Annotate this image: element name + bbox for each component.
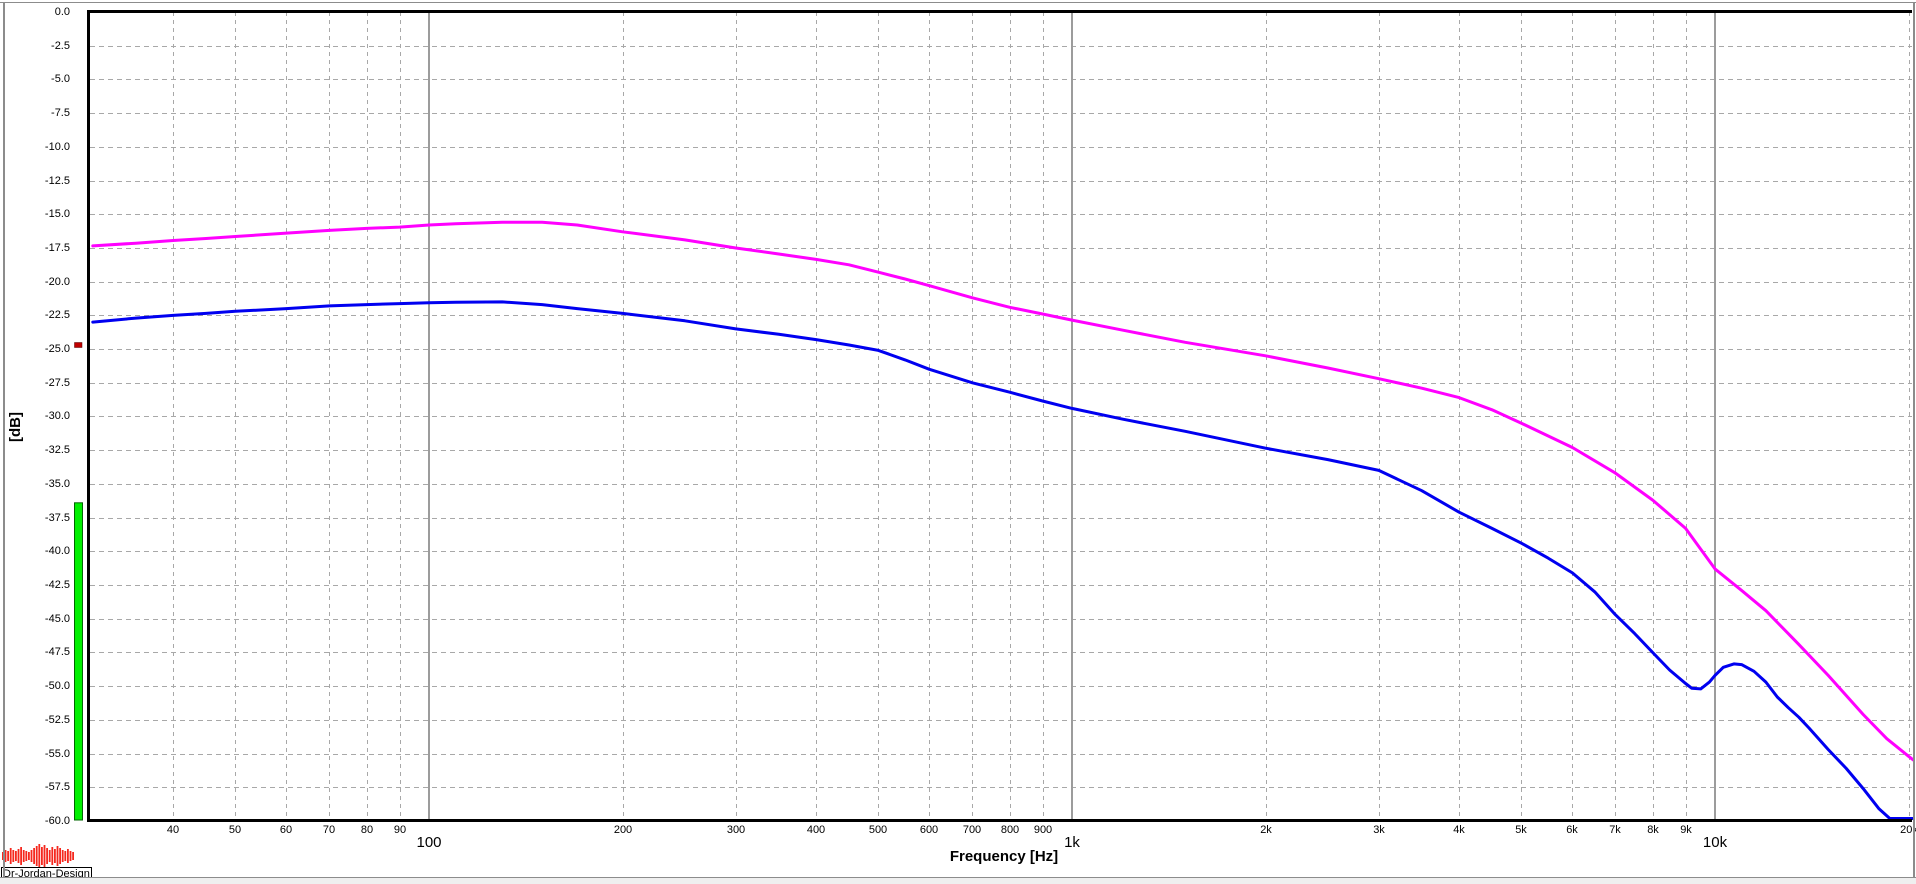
window-border-left bbox=[3, 2, 5, 877]
x-tick-label: 300 bbox=[727, 824, 745, 836]
y-tick-label: -25.0 bbox=[0, 343, 70, 355]
y-tick-label: -47.5 bbox=[0, 646, 70, 658]
x-decade-label: 1k bbox=[1064, 834, 1080, 851]
y-tick-label: -7.5 bbox=[0, 107, 70, 119]
window-border-top bbox=[0, 2, 1916, 3]
x-tick-label: 70 bbox=[323, 824, 335, 836]
y-tick-label: -2.5 bbox=[0, 40, 70, 52]
x-tick-label: 90 bbox=[394, 824, 406, 836]
brand-logo: Dr-Jordan-Design bbox=[0, 840, 90, 882]
x-tick-label: 8k bbox=[1647, 824, 1659, 836]
x-decade-label: 10k bbox=[1703, 834, 1727, 851]
x-tick-label: 200 bbox=[614, 824, 632, 836]
y-tick-label: -5.0 bbox=[0, 73, 70, 85]
x-tick-label: 50 bbox=[229, 824, 241, 836]
x-tick-label: 4k bbox=[1453, 824, 1465, 836]
x-tick-label: 700 bbox=[963, 824, 981, 836]
y-tick-label: -52.5 bbox=[0, 714, 70, 726]
x-decade-label: 100 bbox=[416, 834, 441, 851]
y-tick-label: -40.0 bbox=[0, 545, 70, 557]
y-tick-label: -50.0 bbox=[0, 680, 70, 692]
y-tick-label: -45.0 bbox=[0, 613, 70, 625]
y-tick-label: -55.0 bbox=[0, 748, 70, 760]
x-tick-label: 9k bbox=[1680, 824, 1692, 836]
y-tick-label: -60.0 bbox=[0, 815, 70, 827]
frequency-response-plot bbox=[0, 0, 1916, 884]
x-tick-label: 80 bbox=[361, 824, 373, 836]
window-bottom-strip bbox=[0, 878, 1916, 884]
waveform-logo-icon bbox=[2, 843, 80, 869]
y-tick-label: -27.5 bbox=[0, 377, 70, 389]
y-tick-label: -22.5 bbox=[0, 309, 70, 321]
x-tick-label: 900 bbox=[1034, 824, 1052, 836]
y-tick-label: -12.5 bbox=[0, 175, 70, 187]
x-tick-label: 500 bbox=[869, 824, 887, 836]
y-axis-title: [dB] bbox=[7, 408, 23, 446]
x-tick-label: 7k bbox=[1609, 824, 1621, 836]
level-meter-bar bbox=[75, 503, 83, 820]
x-axis-title: Frequency [Hz] bbox=[950, 848, 1058, 865]
window-border-right bbox=[1913, 2, 1915, 877]
y-tick-label: -42.5 bbox=[0, 579, 70, 591]
y-tick-label: -10.0 bbox=[0, 141, 70, 153]
y-tick-label: -17.5 bbox=[0, 242, 70, 254]
y-tick-label: -37.5 bbox=[0, 512, 70, 524]
x-tick-label: 3k bbox=[1373, 824, 1385, 836]
x-tick-label: 600 bbox=[920, 824, 938, 836]
x-tick-label: 40 bbox=[167, 824, 179, 836]
x-tick-label: 400 bbox=[807, 824, 825, 836]
y-tick-label: -20.0 bbox=[0, 276, 70, 288]
x-tick-label: 60 bbox=[280, 824, 292, 836]
level-meter-peak-marker bbox=[75, 343, 83, 348]
measurement-app-window: 0.0 -2.5 -5.0 -7.5 -10.0 -12.5 -15.0 -17.5 -20.0… bbox=[0, 0, 1916, 884]
x-tick-label: 2k bbox=[1260, 824, 1272, 836]
y-tick-label: 0.0 bbox=[0, 6, 70, 18]
y-tick-label: -57.5 bbox=[0, 781, 70, 793]
x-tick-label: 6k bbox=[1566, 824, 1578, 836]
x-tick-label: 5k bbox=[1515, 824, 1527, 836]
y-tick-label: -15.0 bbox=[0, 208, 70, 220]
x-tick-label: 800 bbox=[1001, 824, 1019, 836]
y-tick-label: -35.0 bbox=[0, 478, 70, 490]
